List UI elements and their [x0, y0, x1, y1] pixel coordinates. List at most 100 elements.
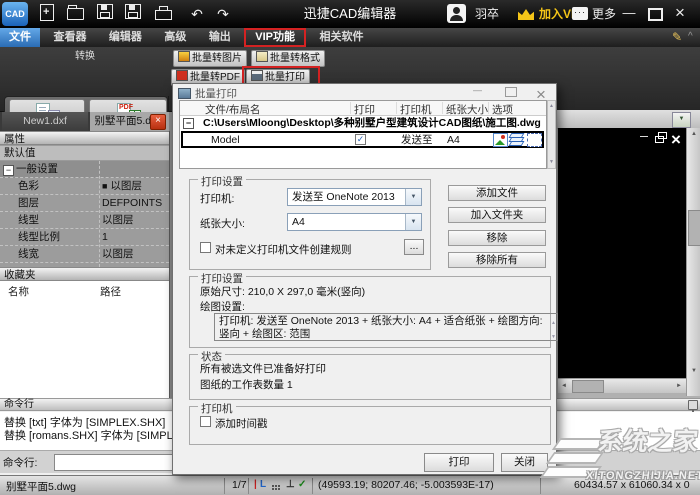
scroll-up-icon[interactable] — [551, 317, 556, 330]
new-file-button[interactable]: + — [36, 4, 58, 24]
menu-advanced[interactable]: 高级 — [155, 28, 195, 47]
batch-convert-format-button[interactable]: 批量转格式 — [251, 50, 325, 67]
browse-button[interactable]: ... — [404, 239, 424, 255]
more-options-icon[interactable] — [572, 7, 588, 20]
child-minimize-button[interactable] — [640, 132, 648, 141]
printer-label: 打印机: — [200, 191, 234, 206]
username-label[interactable]: 羽卒 — [475, 0, 499, 28]
save-as-button[interactable] — [122, 4, 144, 24]
horizontal-scroll-thumb[interactable] — [572, 380, 604, 393]
open-file-button[interactable] — [64, 4, 86, 24]
dialog-close-action-button[interactable]: 关闭 — [501, 453, 548, 472]
property-row-layer[interactable]: 图层 DEFPOINTS — [0, 195, 169, 212]
table-scrollbar[interactable] — [547, 100, 556, 169]
minimize-button[interactable] — [617, 0, 641, 26]
plot-preview-icon[interactable] — [493, 133, 508, 147]
pin-icon[interactable] — [688, 400, 698, 410]
scroll-left-icon[interactable] — [561, 383, 567, 389]
chevron-down-icon[interactable] — [405, 189, 421, 205]
row-printer: 发送至 — [401, 134, 433, 147]
menu-viewer[interactable]: 查看器 — [44, 28, 95, 47]
tree-collapse-icon[interactable] — [183, 118, 194, 129]
redo-button[interactable] — [212, 4, 234, 24]
property-row-color[interactable]: 色彩 以图层 — [0, 178, 169, 195]
property-value[interactable]: 以图层 — [102, 246, 134, 263]
add-file-button[interactable]: 添加文件 — [448, 185, 546, 201]
chevron-down-icon[interactable] — [405, 214, 421, 230]
maximize-button[interactable] — [643, 0, 667, 26]
property-value[interactable]: 以图层 — [102, 212, 134, 229]
scroll-right-icon[interactable] — [676, 383, 682, 389]
plot-area-icon[interactable] — [527, 133, 542, 147]
scroll-down-icon[interactable] — [549, 159, 554, 165]
polar-toggle-icon[interactable]: L — [260, 479, 266, 490]
tab-close-icon[interactable]: × — [150, 114, 166, 130]
ortho-toggle-icon[interactable]: | — [254, 479, 257, 490]
favorites-name-column: 名称 — [8, 284, 29, 299]
dialog-title: 批量打印 — [195, 86, 237, 101]
snap-ok-icon[interactable] — [298, 479, 306, 490]
scroll-up-icon[interactable] — [549, 103, 554, 109]
scroll-down-icon[interactable] — [691, 368, 697, 374]
menu-file[interactable]: 文件 — [0, 28, 40, 47]
printer-combobox[interactable]: 发送至 OneNote 2013 — [287, 188, 422, 206]
annotate-pencil-icon[interactable] — [672, 30, 682, 44]
statusbar-page-indicator: 1/7 — [232, 479, 247, 491]
color-swatch-icon[interactable]: 以图层 — [102, 178, 142, 195]
property-value[interactable]: DEFPOINTS — [102, 195, 162, 212]
horizontal-scrollbar[interactable] — [558, 378, 686, 393]
vertical-scroll-thumb[interactable] — [688, 210, 700, 246]
plot-info-group: 打印设置 原始尺寸: 210,0 X 297,0 毫米(竖向) 绘图设置: 打印… — [189, 276, 551, 348]
property-value[interactable]: 以图层 — [110, 180, 142, 192]
timestamp-checkbox-unchecked[interactable] — [200, 416, 211, 427]
property-value[interactable]: 1 — [102, 229, 108, 246]
scroll-up-icon[interactable] — [691, 131, 697, 137]
layout-dropdown-button[interactable] — [672, 112, 691, 128]
batch-to-image-button[interactable]: 批量转图片 — [173, 50, 247, 67]
remove-button[interactable]: 移除 — [448, 230, 546, 246]
layers-icon[interactable] — [510, 133, 523, 145]
remove-all-button[interactable]: 移除所有 — [448, 252, 546, 268]
dialog-minimize-button[interactable] — [473, 85, 482, 95]
properties-header[interactable]: 属性 — [0, 131, 169, 145]
dialog-title-bar[interactable]: 批量打印 — [173, 84, 556, 100]
property-group-row[interactable]: 一般设置 — [0, 161, 169, 178]
menu-related-software[interactable]: 相关软件 — [310, 28, 372, 47]
dialog-print-button[interactable]: 打印 — [424, 453, 494, 472]
child-close-button[interactable] — [671, 130, 681, 150]
favorites-list: 名称 路径 — [0, 281, 169, 398]
child-restore-button[interactable] — [655, 135, 664, 146]
user-account-icon[interactable] — [447, 4, 466, 23]
print-checkbox-checked[interactable] — [355, 134, 366, 145]
property-row-linetype-scale[interactable]: 线型比例 1 — [0, 229, 169, 246]
draw-settings-label: 绘图设置: — [200, 299, 245, 314]
property-label: 线型比例 — [18, 229, 60, 246]
vertical-scrollbar[interactable] — [686, 128, 700, 396]
rule-checkbox-unchecked[interactable] — [200, 242, 211, 253]
osnap-toggle-icon[interactable] — [286, 479, 295, 490]
paper-size-combobox[interactable]: A4 — [287, 213, 422, 231]
menu-output[interactable]: 输出 — [200, 28, 240, 47]
tab-new1-dxf[interactable]: New1.dxf — [2, 112, 88, 131]
save-button[interactable] — [94, 4, 116, 24]
batch-image-label: 批量转图片 — [192, 53, 242, 64]
scroll-down-icon[interactable] — [551, 331, 556, 344]
undo-button[interactable] — [186, 4, 208, 24]
collapse-icon[interactable] — [3, 165, 14, 176]
more-button[interactable]: 更多 — [592, 0, 616, 28]
table-group-row[interactable]: C:\Users\Mloong\Desktop\多种别墅户型建筑设计CAD图纸\… — [180, 115, 546, 131]
menu-editor[interactable]: 编辑器 — [100, 28, 151, 47]
cad-canvas[interactable] — [558, 128, 686, 378]
close-button[interactable] — [668, 0, 692, 26]
property-row-lineweight[interactable]: 线宽 以图层 — [0, 246, 169, 263]
favorites-header[interactable]: 收藏夹 — [0, 267, 169, 281]
add-folder-button[interactable]: 加入文件夹 — [448, 207, 546, 223]
collapse-ribbon-icon[interactable] — [688, 31, 693, 42]
vip-crown-icon — [518, 9, 534, 20]
app-title: 迅捷CAD编辑器 — [250, 0, 450, 28]
table-layout-row-selected[interactable]: Model 发送至 A4 — [181, 131, 544, 148]
menu-vip-features[interactable]: VIP功能 — [244, 28, 306, 47]
print-button[interactable] — [152, 4, 174, 24]
property-row-linetype[interactable]: 线型 以图层 — [0, 212, 169, 229]
dialog-maximize-button[interactable] — [505, 87, 517, 100]
